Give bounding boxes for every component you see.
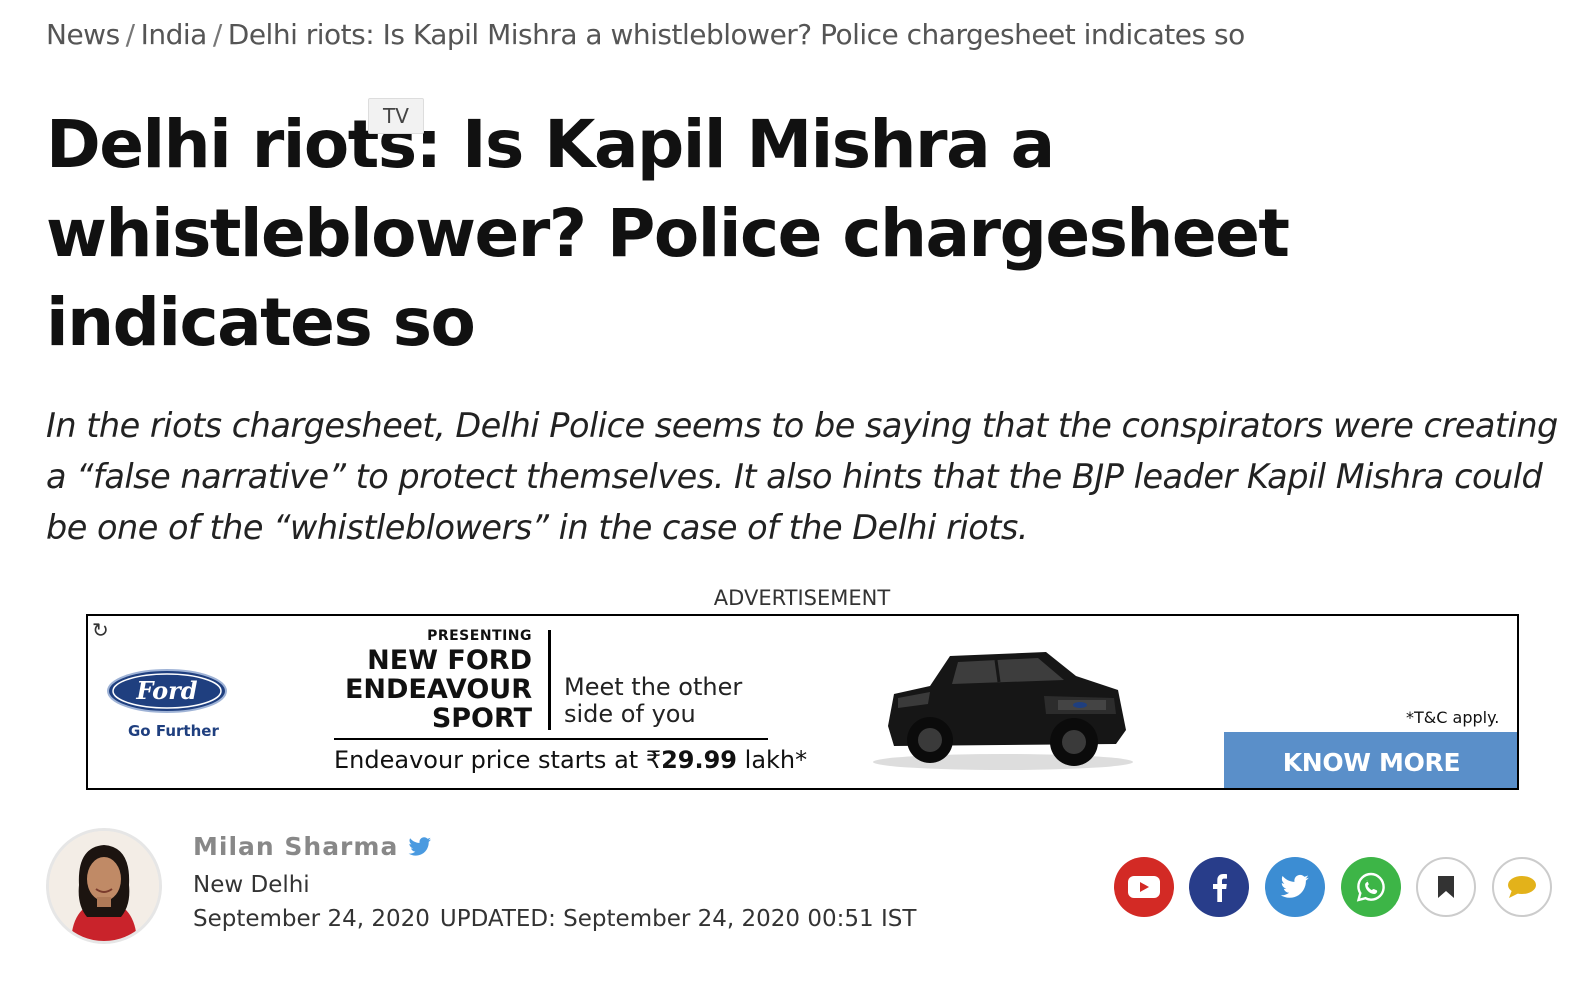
ad-tagline-line: side of you — [564, 700, 696, 728]
comment-button[interactable] — [1492, 857, 1552, 917]
ad-model-line: ENDEAVOUR — [344, 674, 532, 705]
breadcrumb-india[interactable]: India — [141, 18, 208, 51]
ad-price-prefix: Endeavour price starts at ₹ — [334, 746, 662, 774]
ford-logo: Ford — [107, 669, 227, 713]
author-name-text[interactable]: Milan Sharma — [193, 832, 398, 861]
ad-model-line: NEW FORD — [367, 645, 532, 676]
facebook-icon — [1213, 874, 1227, 902]
author-avatar[interactable] — [46, 828, 162, 944]
twitter-share-icon — [1280, 874, 1309, 898]
comment-icon — [1508, 876, 1536, 898]
author-location: New Delhi — [193, 872, 310, 898]
whatsapp-icon — [1356, 872, 1385, 902]
ad-tagline: Meet the other side of you — [564, 674, 764, 728]
youtube-button[interactable] — [1114, 857, 1174, 917]
breadcrumb-current: Delhi riots: Is Kapil Mishra a whistlebl… — [227, 18, 1245, 51]
breadcrumb-separator: / — [125, 18, 135, 51]
article-summary: In the riots chargesheet, Delhi Police s… — [46, 406, 1558, 547]
ad-terms: *T&C apply. — [1406, 708, 1500, 727]
publish-dates: September 24, 2020 UPDATED: September 24,… — [193, 906, 916, 932]
ad-model-line: SPORT — [431, 703, 532, 734]
breadcrumb-news[interactable]: News — [46, 18, 120, 51]
twitter-icon[interactable] — [408, 836, 432, 857]
bookmark-button[interactable] — [1416, 857, 1476, 917]
refresh-icon[interactable]: ↻ — [92, 618, 109, 642]
updated-date: UPDATED: September 24, 2020 00:51 IST — [439, 906, 917, 932]
ad-price-suffix: lakh* — [737, 746, 808, 774]
facebook-button[interactable] — [1189, 857, 1249, 917]
published-date: September 24, 2020 — [193, 906, 430, 932]
ad-price: Endeavour price starts at ₹29.99 lakh* — [334, 746, 807, 774]
whatsapp-button[interactable] — [1341, 857, 1401, 917]
ad-divider — [548, 630, 551, 730]
breadcrumb: News / India / Delhi riots: Is Kapil Mishra … — [46, 18, 1245, 51]
ad-tagline-line: Meet the other — [564, 673, 743, 701]
author-photo — [49, 831, 159, 941]
breadcrumb-separator: / — [212, 18, 222, 51]
bookmark-icon — [1438, 876, 1454, 898]
know-more-button[interactable]: KNOW MORE — [1224, 732, 1517, 788]
ad-underline — [334, 738, 768, 740]
article-headline: Delhi riots: Is Kapil Mishra a whistlebl… — [46, 106, 1290, 361]
advertisement-label: ADVERTISEMENT — [713, 586, 891, 610]
twitter-share-button[interactable] — [1265, 857, 1325, 917]
author-name[interactable]: Milan Sharma — [193, 832, 432, 861]
car-image — [873, 652, 1133, 770]
tv-tooltip: TV — [368, 98, 424, 134]
ad-price-value: 29.99 — [661, 746, 738, 774]
ford-tagline: Go Further — [128, 722, 219, 740]
youtube-icon — [1128, 876, 1160, 898]
ad-model-name: NEW FORD ENDEAVOUR SPORT — [318, 646, 532, 733]
ford-logo-text: Ford — [135, 676, 197, 705]
ad-presenting: PRESENTING — [427, 628, 532, 644]
advertisement-banner[interactable]: ↻ Ford Go Further PRESENTING NEW FORD EN… — [86, 614, 1519, 790]
